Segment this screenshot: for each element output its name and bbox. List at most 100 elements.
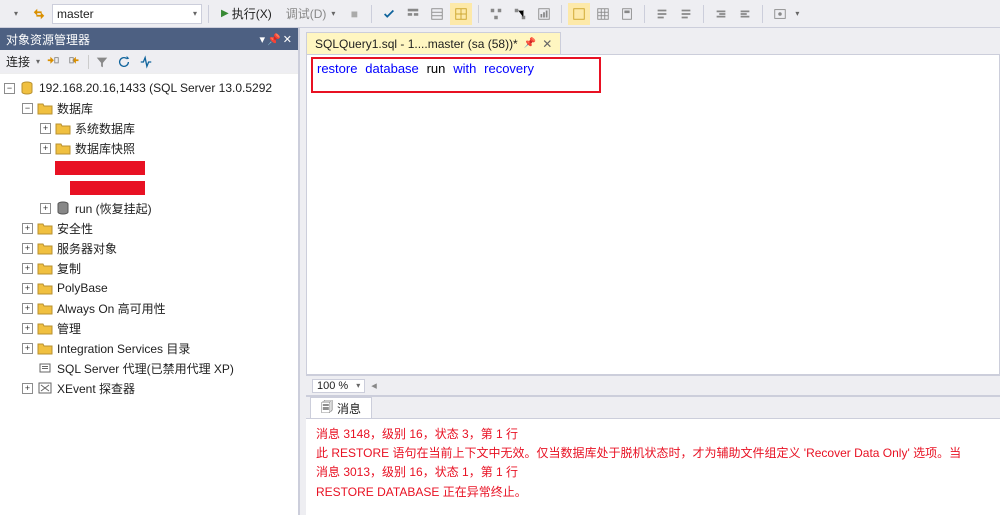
tree-management-node[interactable]: + 管理 (0, 318, 298, 338)
tree-node-label: 系统数据库 (75, 120, 135, 137)
include-plan-button[interactable] (485, 3, 507, 25)
folder-icon (37, 301, 53, 315)
close-icon[interactable]: ✕ (283, 33, 292, 46)
client-stats-button[interactable] (533, 3, 555, 25)
annotation-box (311, 57, 601, 93)
parse-button[interactable] (378, 3, 400, 25)
expander-icon[interactable]: + (22, 343, 33, 354)
tree-node-label: Integration Services 目录 (57, 340, 190, 357)
tree-alwayson-node[interactable]: + Always On 高可用性 (0, 298, 298, 318)
tree-replication-node[interactable]: + 复制 (0, 258, 298, 278)
activity-button[interactable] (137, 53, 155, 71)
tree-agent-node[interactable]: SQL Server 代理(已禁用代理 XP) (0, 358, 298, 378)
sql-editor[interactable]: restore database run with recovery (306, 54, 1000, 375)
folder-icon (37, 241, 53, 255)
tree-run-db-node[interactable]: + run (恢复挂起) (0, 198, 298, 218)
tree-node-label: 数据库 (57, 100, 93, 117)
results-to-text-button[interactable] (568, 3, 590, 25)
main-toolbar: ▾ master ▾ ▶ 执行(X) 调试(D) ▾ ■ ▾ (0, 0, 1000, 28)
nav-back-button[interactable]: ▾ (4, 3, 26, 25)
zoom-bar: 100 % ▾ ◂ (306, 375, 1000, 395)
tree-server-label: 192.168.20.16,1433 (SQL Server 13.0.5292 (39, 81, 272, 95)
tree-security-node[interactable]: + 安全性 (0, 218, 298, 238)
redacted-block (55, 161, 145, 175)
indent-button[interactable] (710, 3, 732, 25)
xevent-icon (37, 381, 53, 395)
tree-isc-node[interactable]: + Integration Services 目录 (0, 338, 298, 358)
object-explorer-toolbar: 连接 ▾ (0, 50, 298, 74)
messages-icon: 🗐 (321, 398, 333, 419)
tree-node-label: 服务器对象 (57, 240, 117, 257)
tree-redacted-db-1[interactable] (0, 158, 298, 178)
expander-icon[interactable]: + (40, 123, 51, 134)
tree-server-node[interactable]: − 192.168.20.16,1433 (SQL Server 13.0.52… (0, 78, 298, 98)
document-tab-title: SQLQuery1.sql - 1....master (sa (58))* (315, 37, 518, 51)
object-explorer-title: 对象资源管理器 (6, 31, 90, 48)
comment-button[interactable] (651, 3, 673, 25)
chevron-down-icon: ▾ (193, 9, 197, 18)
expander-icon[interactable]: + (40, 203, 51, 214)
live-stats-button[interactable] (509, 3, 531, 25)
close-icon[interactable]: ✕ (542, 37, 552, 51)
stop-button: ■ (343, 3, 365, 25)
execute-button[interactable]: ▶ 执行(X) (215, 3, 278, 25)
dropdown-icon[interactable]: ▾ (260, 33, 266, 46)
folder-icon (55, 121, 71, 135)
results-to-grid-button[interactable] (592, 3, 614, 25)
filter-button[interactable] (93, 53, 111, 71)
pin-icon[interactable]: 📌 (524, 38, 536, 49)
tree-node-label: PolyBase (57, 281, 108, 295)
debug-button[interactable]: 调试(D) ▾ (280, 3, 342, 25)
uncomment-button[interactable] (675, 3, 697, 25)
tree-node-label: 数据库快照 (75, 140, 135, 157)
document-tab[interactable]: SQLQuery1.sql - 1....master (sa (58))* 📌… (306, 32, 561, 54)
agent-icon (37, 361, 53, 375)
expander-icon[interactable]: + (22, 383, 33, 394)
execute-label: 执行(X) (232, 5, 272, 22)
pin-icon[interactable]: 📌 (267, 33, 281, 46)
messages-tab[interactable]: 🗐 消息 (310, 397, 372, 418)
tree-server-objects-node[interactable]: + 服务器对象 (0, 238, 298, 258)
expander-icon[interactable]: + (22, 323, 33, 334)
expander-icon[interactable]: + (22, 303, 33, 314)
expander-icon[interactable]: + (22, 243, 33, 254)
tree-node-label: Always On 高可用性 (57, 300, 166, 317)
zoom-combo[interactable]: 100 % ▾ (312, 379, 365, 393)
server-icon (19, 81, 35, 95)
zoom-value: 100 % (317, 380, 348, 392)
disconnect-button[interactable] (66, 53, 84, 71)
expander-icon[interactable]: − (4, 83, 15, 94)
refresh-button[interactable] (115, 53, 133, 71)
folder-icon (37, 321, 53, 335)
results-grid-button[interactable] (426, 3, 448, 25)
tree-polybase-node[interactable]: + PolyBase (0, 278, 298, 298)
specify-values-button[interactable] (769, 3, 791, 25)
folder-icon (37, 101, 53, 115)
tree-node-label: SQL Server 代理(已禁用代理 XP) (57, 360, 234, 377)
folder-icon (37, 221, 53, 235)
document-tabbar: SQLQuery1.sql - 1....master (sa (58))* 📌… (300, 28, 1000, 54)
tree-node-label: 复制 (57, 260, 81, 277)
database-combo[interactable]: master ▾ (52, 4, 202, 24)
tree-system-db-node[interactable]: + 系统数据库 (0, 118, 298, 138)
plan-button[interactable] (402, 3, 424, 25)
connect-button[interactable] (44, 53, 62, 71)
results-to-file-button[interactable] (616, 3, 638, 25)
expander-icon[interactable]: − (22, 103, 33, 114)
tree-databases-node[interactable]: − 数据库 (0, 98, 298, 118)
folder-icon (37, 281, 53, 295)
tree-redacted-db-2[interactable] (0, 178, 298, 198)
messages-body[interactable]: 消息 3148，级别 16，状态 3，第 1 行 此 RESTORE 语句在当前… (306, 419, 1000, 515)
results-text-button[interactable] (450, 3, 472, 25)
tree-xevent-node[interactable]: + XEvent 探查器 (0, 378, 298, 398)
expander-icon[interactable]: + (22, 283, 33, 294)
object-explorer-panel: 对象资源管理器 ▾ 📌 ✕ 连接 ▾ − 192.168.20.16,1433 … (0, 28, 300, 515)
database-icon (55, 201, 71, 215)
expander-icon[interactable]: + (22, 263, 33, 274)
expander-icon[interactable]: + (22, 223, 33, 234)
expander-icon[interactable]: + (40, 143, 51, 154)
tree-db-snapshot-node[interactable]: + 数据库快照 (0, 138, 298, 158)
messages-tab-label: 消息 (337, 400, 361, 417)
outdent-button[interactable] (734, 3, 756, 25)
change-connection-button[interactable] (28, 3, 50, 25)
